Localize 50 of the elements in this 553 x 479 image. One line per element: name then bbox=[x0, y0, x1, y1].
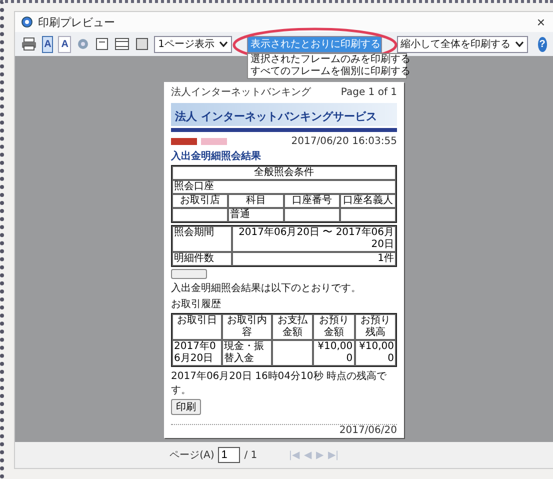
table-cell bbox=[272, 340, 314, 366]
balance-note: 2017年06月20日 16時04分10秒 時点の残高です。 bbox=[171, 370, 388, 397]
close-button[interactable]: × bbox=[534, 14, 547, 30]
table-cell: 普通 bbox=[228, 208, 284, 222]
table-cell bbox=[284, 208, 340, 222]
table-cell: お取引内容 bbox=[222, 314, 272, 340]
table-cell: 全般照会条件 bbox=[172, 166, 396, 180]
portrait-button[interactable]: A bbox=[42, 36, 54, 52]
table-cell: お取引店 bbox=[172, 194, 228, 208]
banner-title: 法人 インターネットバンキングサービス bbox=[175, 110, 377, 123]
caret-icon bbox=[218, 41, 228, 47]
table-cell: 1件 bbox=[232, 252, 396, 266]
table-cell: ¥10,000 bbox=[354, 340, 396, 366]
table-cell: お預り金額 bbox=[313, 314, 355, 340]
landscape-button[interactable]: A bbox=[58, 36, 72, 52]
table-cell: 科目 bbox=[228, 194, 284, 208]
window-title: 印刷プレビュー bbox=[38, 14, 115, 30]
header-footer-icon[interactable] bbox=[114, 37, 130, 51]
table-cell: 明細件数 bbox=[172, 252, 232, 266]
page-footer: 2017/06/20 bbox=[339, 425, 397, 436]
page-label: ページ(A) bbox=[170, 449, 214, 462]
view-dropdown[interactable]: 1ページ表示 bbox=[154, 36, 232, 52]
table-cell: 2017年06月20日 bbox=[172, 340, 222, 366]
page-number: Page 1 of 1 bbox=[340, 86, 397, 98]
table-cell: 照会期間 bbox=[172, 226, 232, 252]
table-cell: お取引日 bbox=[172, 314, 222, 340]
timestamp: 2017/06/20 16:03:55 bbox=[291, 136, 397, 147]
page-total: / 1 bbox=[244, 450, 258, 460]
app-icon bbox=[21, 16, 33, 28]
table-cell: お預り残高 bbox=[354, 314, 396, 340]
table-cell bbox=[172, 208, 228, 222]
scale-dropdown[interactable]: 縮小して全体を印刷する bbox=[396, 36, 528, 52]
caret-icon bbox=[514, 41, 524, 47]
history-title: お取引履歴 bbox=[171, 298, 222, 311]
page-setup-icon[interactable] bbox=[95, 37, 110, 51]
table-cell bbox=[340, 208, 396, 222]
print-icon[interactable] bbox=[21, 37, 37, 51]
result-message: 入出金明細照会結果は以下のとおりです。 bbox=[171, 282, 362, 295]
page-header: 法人インターネットバンキング bbox=[171, 86, 311, 99]
section-heading: 入出金明細照会結果 bbox=[171, 150, 262, 163]
table-cell: 2017年06月20日 〜 2017年06月20日 bbox=[232, 226, 396, 252]
table-cell: 口座名義人 bbox=[340, 194, 396, 208]
help-button[interactable]: ? bbox=[538, 36, 547, 52]
table-cell: 照会口座 bbox=[172, 180, 396, 194]
full-page-icon[interactable] bbox=[135, 37, 150, 51]
table-cell: 現金・振替入金 bbox=[222, 340, 272, 366]
page-input[interactable]: 1 bbox=[218, 447, 240, 463]
table-cell: お支払金額 bbox=[272, 314, 314, 340]
table-cell: 口座番号 bbox=[284, 194, 340, 208]
table-cell: ¥10,000 bbox=[313, 340, 355, 366]
